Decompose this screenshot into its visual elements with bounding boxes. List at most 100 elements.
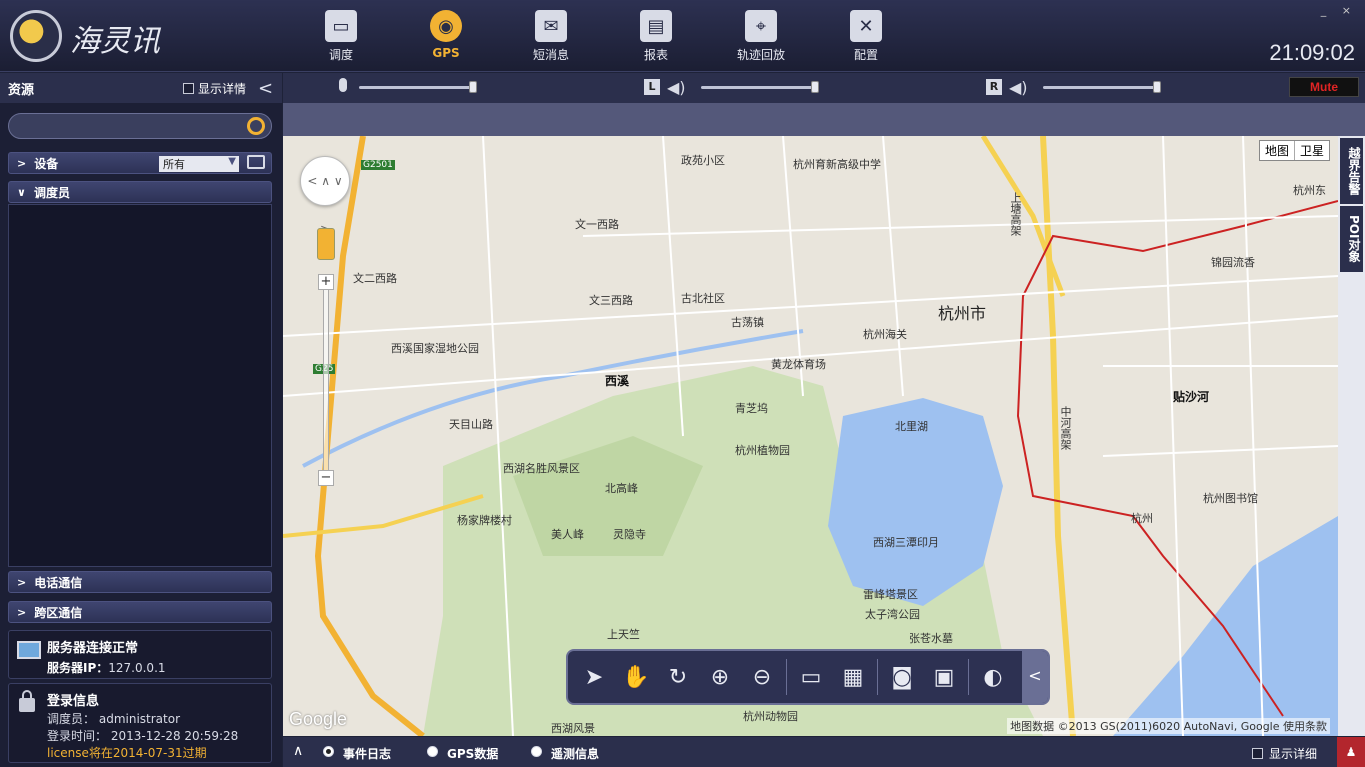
zoom-out-button[interactable]: −: [318, 470, 334, 486]
nav-settings[interactable]: ✕ 配置: [826, 8, 906, 68]
mic-volume-slider[interactable]: [359, 81, 477, 93]
clock: 21:09:02: [1269, 40, 1355, 65]
street-view-pegman-icon[interactable]: [317, 228, 335, 260]
map-label-yangjia: 杨家牌楼村: [457, 514, 512, 527]
slider-knob[interactable]: [811, 81, 819, 93]
collapse-panel-icon[interactable]: <: [258, 78, 273, 99]
divider: [786, 659, 787, 695]
monitor-icon[interactable]: [247, 155, 265, 169]
tab-poi-objects[interactable]: POI对象: [1340, 206, 1363, 272]
dispatchers-label: 调度员: [33, 185, 70, 200]
login-time-line: 登录时间： 2013-12-28 20:59:28: [47, 727, 238, 744]
radio-gps-data[interactable]: [427, 746, 438, 757]
google-earth-icon[interactable]: ◐: [975, 659, 1011, 695]
zoom-slider-track[interactable]: [323, 276, 329, 486]
map-type-satellite[interactable]: 卫星: [1293, 141, 1329, 160]
map-label-lingyin: 灵隐寺: [613, 528, 646, 541]
refresh-icon[interactable]: ↻: [660, 659, 696, 695]
zoom-out-tool-icon[interactable]: ⊖: [744, 659, 780, 695]
map-label-xihu-fengjing: 西湖风景: [551, 722, 595, 735]
devices-label: 设备: [34, 156, 59, 171]
nav-reports[interactable]: ▤ 报表: [616, 8, 696, 68]
server-status-box: 服务器连接正常 服务器IP：127.0.0.1: [8, 630, 272, 679]
cross-region-section[interactable]: > 跨区通信: [8, 601, 272, 623]
zoom-in-button[interactable]: +: [318, 274, 334, 290]
window-controls[interactable]: _ ×: [1321, 4, 1357, 17]
map-label-beilihu: 北里湖: [895, 420, 928, 433]
search-icon[interactable]: [247, 117, 265, 135]
speaker-icon[interactable]: ◀): [667, 78, 686, 97]
nav-track-playback-label: 轨迹回放: [736, 48, 785, 62]
slider-knob[interactable]: [469, 81, 477, 93]
hand-pan-tool-icon[interactable]: ✋: [618, 659, 654, 695]
track-playback-icon: ⌖: [745, 10, 777, 42]
speaker-icon[interactable]: ◀): [1009, 78, 1028, 97]
dispatchers-section[interactable]: ∨ 调度员: [8, 181, 272, 203]
screenshot-region-icon[interactable]: ▣: [926, 659, 962, 695]
map-label-zhangcangshui: 张苍水墓: [909, 632, 953, 645]
zoom-in-tool-icon[interactable]: ⊕: [702, 659, 738, 695]
map-label-g2501: G2501: [361, 160, 395, 170]
map-label-xixi: 西溪: [605, 374, 630, 388]
map-label-wensan: 文三西路: [589, 294, 633, 307]
device-filter-select[interactable]: 所有 ▼: [159, 156, 239, 172]
bottom-detail-checkbox[interactable]: [1251, 748, 1263, 759]
app-logo: [10, 10, 62, 62]
telemetry-label[interactable]: 遥测信息: [551, 745, 599, 762]
right-tabs: 越界告警 POI对象: [1338, 136, 1365, 736]
map-label-qingzhi: 青芝坞: [735, 402, 768, 415]
nav-dispatch[interactable]: ▭ 调度: [301, 8, 381, 68]
left-volume-slider[interactable]: [701, 81, 819, 93]
expand-up-icon[interactable]: ∧: [293, 743, 303, 759]
camera-icon[interactable]: ◙: [884, 659, 920, 695]
gps-data-label[interactable]: GPS数据: [447, 745, 498, 762]
map-attribution[interactable]: 地图数据 ©2013 GS(2011)6020 AutoNavi, Google…: [1007, 718, 1330, 734]
nav-gps[interactable]: ◉ GPS: [406, 8, 486, 68]
map-label-stadium: 黄龙体育场: [771, 358, 826, 371]
tab-boundary-alarm[interactable]: 越界告警: [1340, 138, 1363, 204]
radio-event-log[interactable]: [323, 746, 334, 757]
radio-telemetry[interactable]: [531, 746, 542, 757]
left-channel-label: L: [644, 79, 660, 95]
map-label-wenyi: 文一西路: [575, 218, 619, 231]
slider-knob[interactable]: [1153, 81, 1161, 93]
mute-button[interactable]: Mute: [1289, 77, 1359, 97]
map-label-gudang: 古荡镇: [731, 316, 764, 329]
dispatcher-list: [8, 204, 272, 567]
alarm-icon[interactable]: ♟: [1337, 737, 1365, 767]
nav-gps-label: GPS: [432, 46, 460, 60]
map-view[interactable]: 杭州市 西溪 西湖名胜风景区 西溪国家湿地公园 杭州植物园 灵隐寺 西湖三潭印月…: [283, 136, 1338, 736]
map-label-taiziwan: 太子湾公园: [865, 608, 920, 621]
map-label-hangzhou-east: 杭州东: [1293, 184, 1326, 197]
dispatcher-label: 调度员：: [47, 712, 96, 726]
divider: [968, 659, 969, 695]
measure-area-icon[interactable]: ▦: [835, 659, 871, 695]
map-label-shangtang: 上塘高架: [1009, 192, 1022, 236]
nav-track-playback[interactable]: ⌖ 轨迹回放: [721, 8, 801, 68]
resource-search-input[interactable]: [8, 113, 272, 139]
bottom-show-detail[interactable]: 显示详细: [1251, 745, 1317, 762]
event-log-label[interactable]: 事件日志: [343, 745, 391, 762]
map-type-map[interactable]: 地图: [1260, 141, 1294, 160]
measure-distance-icon[interactable]: ▭: [793, 659, 829, 695]
map-label-tieshahe: 贴沙河: [1173, 390, 1210, 404]
map-label-gubei: 古北社区: [681, 292, 725, 305]
map-type-toggle[interactable]: 地图 卫星: [1258, 140, 1330, 161]
pan-control[interactable]: < ∧ ∨ >: [300, 156, 350, 236]
dispatcher-name: administrator: [98, 712, 181, 726]
nav-dispatch-label: 调度: [328, 48, 353, 62]
map-label-school: 杭州育新高级中学: [793, 158, 881, 171]
microphone-icon: [339, 78, 347, 92]
show-detail-checkbox[interactable]: [182, 82, 194, 94]
show-detail-toggle[interactable]: 显示详情: [182, 80, 246, 97]
pointer-tool-icon[interactable]: ➤: [576, 659, 612, 695]
nav-messages[interactable]: ✉ 短消息: [511, 8, 591, 68]
devices-section[interactable]: > 设备 所有 ▼: [8, 152, 272, 174]
map-tool-palette: ➤ ✋ ↻ ⊕ ⊖ ▭ ▦ ◙ ▣ ◐ <: [566, 649, 1050, 705]
map-label-shangtianzhu: 上天竺: [607, 628, 640, 641]
palette-collapse-icon[interactable]: <: [1022, 651, 1048, 703]
audio-bar: L ◀) R ◀) Mute: [283, 73, 1365, 103]
right-volume-slider[interactable]: [1043, 81, 1161, 93]
map-label-botanical: 杭州植物园: [735, 444, 790, 457]
phone-section[interactable]: > 电话通信: [8, 571, 272, 593]
